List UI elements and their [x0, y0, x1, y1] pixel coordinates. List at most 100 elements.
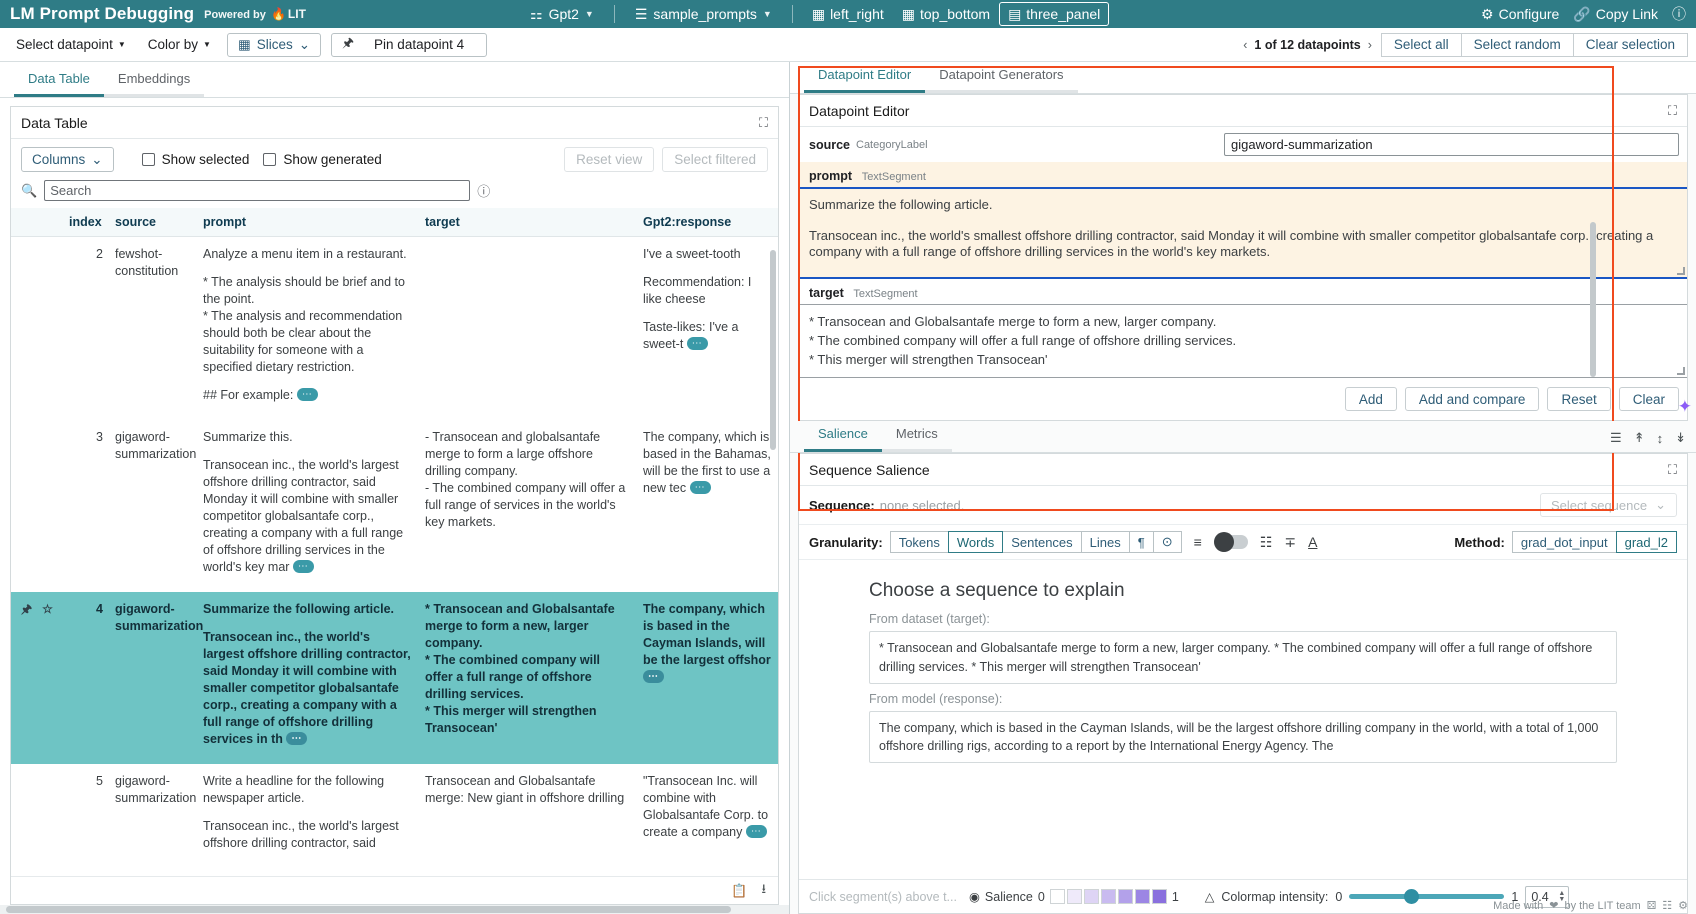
granularity-lines[interactable]: Lines: [1081, 531, 1130, 553]
share-icon[interactable]: ⚄: [1647, 899, 1657, 912]
source-input[interactable]: [1224, 133, 1679, 156]
truncation-dots-icon[interactable]: ⋯: [643, 670, 664, 683]
prompt-para: Analyze a menu item in a restaurant.: [203, 246, 413, 263]
pin-datapoint-control[interactable]: 🖈 Pin datapoint 4: [331, 33, 487, 57]
target-line: * This merger will strengthen Transocean…: [809, 351, 1677, 370]
color-by-menu[interactable]: Color by ▼: [142, 34, 217, 55]
table-row[interactable]: 2 fewshot-constitution Analyze a menu it…: [11, 237, 778, 421]
reset-view-button[interactable]: Reset view: [564, 147, 654, 172]
clear-button[interactable]: Clear: [1619, 387, 1679, 411]
granularity-all[interactable]: ⊙: [1153, 531, 1182, 553]
tab-datapoint-generators[interactable]: Datapoint Generators: [925, 60, 1077, 93]
granularity-paragraph[interactable]: ¶: [1129, 531, 1154, 553]
dataset-selector[interactable]: ☰ sample_prompts ▼: [625, 2, 782, 26]
target-textarea[interactable]: * Transocean and Globalsantafe merge to …: [799, 304, 1687, 379]
scrollbar-thumb[interactable]: [6, 906, 731, 913]
truncation-dots-icon[interactable]: ⋯: [293, 560, 314, 573]
sequence-value: none selected.: [880, 498, 965, 513]
granularity-tokens[interactable]: Tokens: [890, 531, 949, 553]
font-size-icon[interactable]: A: [1308, 534, 1317, 550]
model-selector[interactable]: ⚏ Gpt2 ▼: [520, 2, 604, 26]
vertical-align-icon[interactable]: ∓: [1284, 534, 1296, 551]
granularity-words[interactable]: Words: [948, 531, 1003, 553]
collapse-icon[interactable]: ☰: [1610, 430, 1622, 446]
download-icon[interactable]: ⭳: [761, 880, 766, 902]
header-prompt[interactable]: prompt: [197, 208, 419, 237]
show-selected-checkbox[interactable]: Show selected: [142, 152, 250, 167]
method-grad-dot-input[interactable]: grad_dot_input: [1512, 531, 1617, 553]
select-sequence-button[interactable]: Select sequence ⌄: [1540, 493, 1677, 517]
help-button[interactable]: ⓘ: [1672, 7, 1686, 21]
truncation-dots-icon[interactable]: ⋯: [690, 481, 711, 494]
truncation-dots-icon[interactable]: ⋯: [687, 337, 708, 350]
settings-icon[interactable]: ⚙: [1678, 899, 1688, 912]
method-grad-l2[interactable]: grad_l2: [1616, 531, 1677, 553]
show-generated-checkbox[interactable]: Show generated: [263, 152, 381, 167]
tab-embeddings[interactable]: Embeddings: [104, 64, 204, 97]
add-button[interactable]: Add: [1345, 387, 1397, 411]
layout-left-right[interactable]: ▦ left_right: [803, 2, 893, 26]
reset-button[interactable]: Reset: [1547, 387, 1610, 411]
align-top-icon[interactable]: ↟: [1634, 430, 1645, 446]
docs-icon[interactable]: ☷: [1662, 899, 1672, 912]
from-model-value[interactable]: The company, which is based in the Cayma…: [869, 711, 1617, 763]
truncation-dots-icon[interactable]: ⋯: [286, 732, 307, 745]
header-source[interactable]: source: [109, 208, 197, 237]
configure-button[interactable]: ⚙ Configure: [1481, 6, 1559, 22]
select-all-button[interactable]: Select all: [1381, 33, 1462, 57]
table-vertical-scrollbar[interactable]: [770, 250, 776, 450]
expand-icon[interactable]: ⛶: [1668, 103, 1677, 119]
tab-data-table[interactable]: Data Table: [14, 64, 104, 97]
table-header-row: index source prompt target Gpt2:response: [11, 208, 778, 237]
align-bottom-icon[interactable]: ↡: [1675, 430, 1686, 446]
sparkle-icon[interactable]: ✦: [1678, 397, 1692, 417]
tab-datapoint-editor[interactable]: Datapoint Editor: [804, 60, 925, 93]
pin-icon[interactable]: 🖈: [21, 601, 32, 617]
lines-density-icon[interactable]: ≡: [1194, 534, 1202, 550]
expand-icon[interactable]: ⛶: [759, 115, 768, 131]
from-dataset-value[interactable]: * Transocean and Globalsantafe merge to …: [869, 631, 1617, 683]
table-row[interactable]: 3 gigaword-summarization Summarize this.…: [11, 420, 778, 592]
layout-top-bottom[interactable]: ▦ top_bottom: [893, 2, 999, 26]
colormap-slider[interactable]: [1349, 894, 1504, 899]
header-target[interactable]: target: [419, 208, 637, 237]
truncation-dots-icon[interactable]: ⋯: [297, 388, 318, 401]
table-row[interactable]: 🖈 ☆ 4 gigaword-summarization Summarize t…: [11, 592, 778, 764]
resize-handle-icon[interactable]: [1677, 267, 1685, 275]
copy-icon[interactable]: 📋: [731, 883, 747, 899]
grid-view-icon[interactable]: ☷: [1260, 534, 1273, 551]
select-filtered-button[interactable]: Select filtered: [662, 147, 768, 172]
layout-label: top_bottom: [920, 6, 990, 22]
star-icon[interactable]: ☆: [42, 601, 53, 617]
table-horizontal-scrollbar[interactable]: [0, 905, 789, 914]
search-input[interactable]: [44, 180, 470, 201]
slices-button[interactable]: ▦ Slices ⌄: [227, 33, 321, 57]
columns-button[interactable]: Columns ⌄: [21, 147, 114, 172]
layout-three-panel[interactable]: ▤ three_panel: [999, 2, 1109, 26]
header-response[interactable]: Gpt2:response: [637, 208, 778, 237]
data-table-scroll[interactable]: index source prompt target Gpt2:response…: [11, 208, 778, 876]
dense-view-toggle[interactable]: [1214, 535, 1248, 549]
right-pane-scrollbar[interactable]: [1590, 222, 1596, 377]
granularity-sentences[interactable]: Sentences: [1002, 531, 1081, 553]
clear-selection-button[interactable]: Clear selection: [1573, 33, 1688, 57]
table-row[interactable]: 5 gigaword-summarization Write a headlin…: [11, 764, 778, 868]
cell-response: I've a sweet-tooth Recommendation: I lik…: [637, 237, 778, 421]
header-index[interactable]: index: [63, 208, 109, 237]
next-datapoint-icon[interactable]: ›: [1368, 38, 1372, 52]
cell-target: Transocean and Globalsantafe merge: New …: [419, 764, 637, 868]
resize-handle-icon[interactable]: [1677, 367, 1685, 375]
add-and-compare-button[interactable]: Add and compare: [1405, 387, 1540, 411]
tab-metrics[interactable]: Metrics: [882, 419, 952, 452]
tab-salience[interactable]: Salience: [804, 419, 882, 452]
prompt-textarea[interactable]: Summarize the following article. Transoc…: [799, 187, 1687, 279]
truncation-dots-icon[interactable]: ⋯: [746, 825, 767, 838]
search-help-icon[interactable]: ⓘ: [477, 181, 490, 200]
select-datapoint-menu[interactable]: Select datapoint ▼: [10, 34, 132, 55]
slider-knob[interactable]: [1404, 889, 1419, 904]
expand-icon[interactable]: ⛶: [1668, 462, 1677, 478]
align-center-icon[interactable]: ↕: [1657, 431, 1664, 446]
prev-datapoint-icon[interactable]: ‹: [1243, 38, 1247, 52]
select-random-button[interactable]: Select random: [1461, 33, 1574, 57]
copy-link-button[interactable]: 🔗 Copy Link: [1573, 6, 1658, 22]
